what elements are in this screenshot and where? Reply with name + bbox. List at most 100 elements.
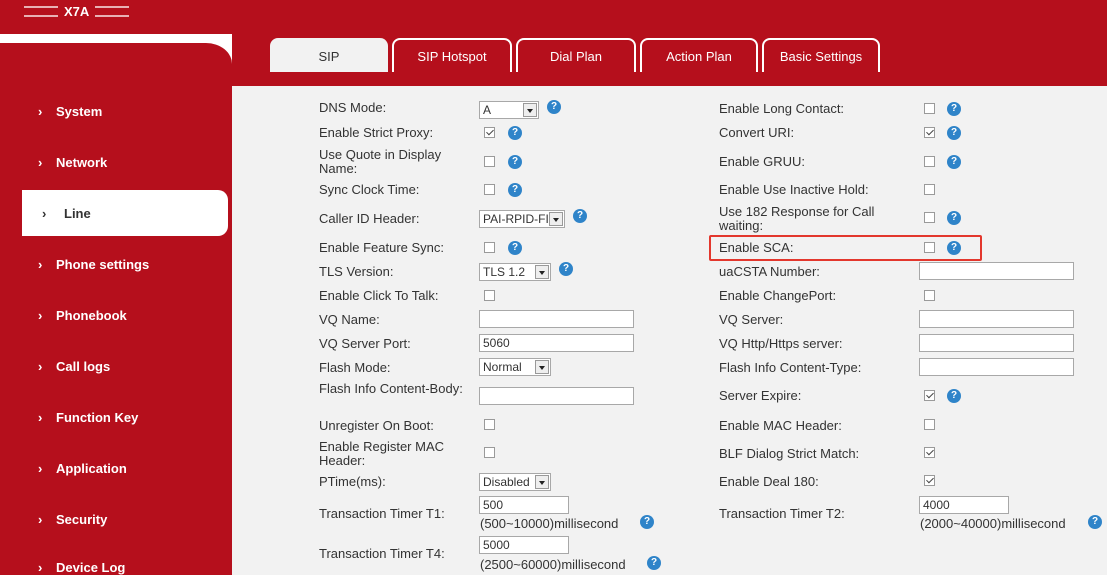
- logo-lines-left: [24, 6, 58, 17]
- change-port-label: Enable ChangePort:: [719, 288, 837, 303]
- deal-180-label: Enable Deal 180:: [719, 474, 819, 489]
- top-bar: X7A: [0, 0, 1107, 34]
- ptime-select[interactable]: Disabled: [479, 473, 551, 491]
- dns-mode-select[interactable]: A: [479, 101, 539, 119]
- deal-180-checkbox[interactable]: [924, 475, 935, 486]
- chevron-right-icon: ›: [38, 409, 43, 425]
- help-icon[interactable]: ?: [508, 155, 522, 169]
- tab-dial-plan[interactable]: Dial Plan: [516, 38, 636, 72]
- help-icon[interactable]: ?: [947, 102, 961, 116]
- help-icon[interactable]: ?: [1088, 515, 1102, 529]
- timer-t1-range: (500~10000)millisecond: [480, 516, 619, 531]
- click-to-talk-checkbox[interactable]: [484, 290, 495, 301]
- sidebar-item-network[interactable]: › Network: [0, 139, 228, 185]
- convert-uri-label: Convert URI:: [719, 125, 795, 140]
- mac-header-checkbox[interactable]: [924, 419, 935, 430]
- server-expire-checkbox[interactable]: [924, 390, 935, 401]
- flash-type-input[interactable]: [919, 358, 1074, 376]
- strict-proxy-checkbox[interactable]: [484, 127, 495, 138]
- help-icon[interactable]: ?: [573, 209, 587, 223]
- tls-version-select[interactable]: TLS 1.2: [479, 263, 551, 281]
- dropdown-arrow-icon: [523, 103, 537, 117]
- timer-t2-label: Transaction Timer T2:: [719, 506, 845, 521]
- vq-server-port-label: VQ Server Port:: [319, 336, 411, 351]
- help-icon[interactable]: ?: [547, 100, 561, 114]
- sidebar-item-security[interactable]: › Security: [0, 496, 228, 542]
- timer-t4-input[interactable]: [479, 536, 569, 554]
- long-contact-checkbox[interactable]: [924, 103, 935, 114]
- tab-basic-settings[interactable]: Basic Settings: [762, 38, 880, 72]
- tab-bar: SIP SIP Hotspot Dial Plan Action Plan Ba…: [270, 38, 880, 72]
- gruu-checkbox[interactable]: [924, 156, 935, 167]
- tab-sip[interactable]: SIP: [270, 38, 388, 72]
- use-182-checkbox[interactable]: [924, 212, 935, 223]
- timer-t2-input[interactable]: [919, 496, 1009, 514]
- uacsta-input[interactable]: [919, 262, 1074, 280]
- dropdown-arrow-icon: [535, 265, 549, 279]
- unregister-boot-label: Unregister On Boot:: [319, 418, 434, 433]
- quote-display-label: Use Quote in Display Name:: [319, 147, 442, 176]
- chevron-right-icon: ›: [38, 256, 43, 272]
- help-icon[interactable]: ?: [559, 262, 573, 276]
- uacsta-label: uaCSTA Number:: [719, 264, 820, 279]
- sidebar-item-line[interactable]: › Line: [22, 190, 228, 236]
- timer-t4-label: Transaction Timer T4:: [319, 546, 445, 561]
- help-icon[interactable]: ?: [647, 556, 661, 570]
- help-icon[interactable]: ?: [640, 515, 654, 529]
- unregister-boot-checkbox[interactable]: [484, 419, 495, 430]
- vq-server-input[interactable]: [919, 310, 1074, 328]
- help-icon[interactable]: ?: [947, 211, 961, 225]
- help-icon[interactable]: ?: [947, 155, 961, 169]
- long-contact-label: Enable Long Contact:: [719, 101, 845, 116]
- tab-sip-hotspot[interactable]: SIP Hotspot: [392, 38, 512, 72]
- vq-name-input[interactable]: [479, 310, 634, 328]
- product-logo: X7A: [24, 4, 130, 19]
- dropdown-arrow-icon: [549, 212, 563, 226]
- dropdown-arrow-icon: [535, 475, 549, 489]
- use-182-label: Use 182 Response for Call waiting:: [719, 204, 875, 233]
- timer-t1-label: Transaction Timer T1:: [319, 506, 445, 521]
- chevron-right-icon: ›: [38, 511, 43, 527]
- tab-action-plan[interactable]: Action Plan: [640, 38, 758, 72]
- sidebar-item-device-log[interactable]: › Device Log: [0, 547, 228, 575]
- sidebar-item-phone-settings[interactable]: › Phone settings: [0, 241, 228, 287]
- quote-display-checkbox[interactable]: [484, 156, 495, 167]
- sidebar-item-system[interactable]: › System: [0, 88, 228, 134]
- help-icon[interactable]: ?: [508, 126, 522, 140]
- chevron-right-icon: ›: [38, 154, 43, 170]
- chevron-right-icon: ›: [38, 460, 43, 476]
- help-icon[interactable]: ?: [508, 241, 522, 255]
- flash-mode-label: Flash Mode:: [319, 360, 391, 375]
- tls-version-label: TLS Version:: [319, 264, 394, 279]
- timer-t1-input[interactable]: [479, 496, 569, 514]
- help-icon[interactable]: ?: [947, 126, 961, 140]
- caller-id-header-label: Caller ID Header:: [319, 211, 420, 226]
- caller-id-header-select[interactable]: PAI-RPID-FI: [479, 210, 565, 228]
- sidebar-item-call-logs[interactable]: › Call logs: [0, 343, 228, 389]
- timer-t4-range: (2500~60000)millisecond: [480, 557, 626, 572]
- blf-dialog-checkbox[interactable]: [924, 447, 935, 458]
- chevron-right-icon: ›: [38, 307, 43, 323]
- help-icon[interactable]: ?: [947, 389, 961, 403]
- convert-uri-checkbox[interactable]: [924, 127, 935, 138]
- sidebar-item-application[interactable]: › Application: [0, 445, 228, 491]
- flash-type-label: Flash Info Content-Type:: [719, 360, 862, 375]
- flash-body-input[interactable]: [479, 387, 634, 405]
- sync-clock-checkbox[interactable]: [484, 184, 495, 195]
- inactive-hold-checkbox[interactable]: [924, 184, 935, 195]
- flash-mode-select[interactable]: Normal: [479, 358, 551, 376]
- register-mac-checkbox[interactable]: [484, 447, 495, 458]
- help-icon[interactable]: ?: [508, 183, 522, 197]
- sidebar-item-function-key[interactable]: › Function Key: [0, 394, 228, 440]
- feature-sync-label: Enable Feature Sync:: [319, 240, 445, 255]
- dns-mode-label: DNS Mode:: [319, 100, 387, 115]
- change-port-checkbox[interactable]: [924, 290, 935, 301]
- vq-name-label: VQ Name:: [319, 312, 380, 327]
- blf-dialog-label: BLF Dialog Strict Match:: [719, 446, 860, 461]
- feature-sync-checkbox[interactable]: [484, 242, 495, 253]
- server-expire-label: Server Expire:: [719, 388, 802, 403]
- sidebar-item-phonebook[interactable]: › Phonebook: [0, 292, 228, 338]
- dropdown-arrow-icon: [535, 360, 549, 374]
- vq-http-input[interactable]: [919, 334, 1074, 352]
- vq-server-port-input[interactable]: [479, 334, 634, 352]
